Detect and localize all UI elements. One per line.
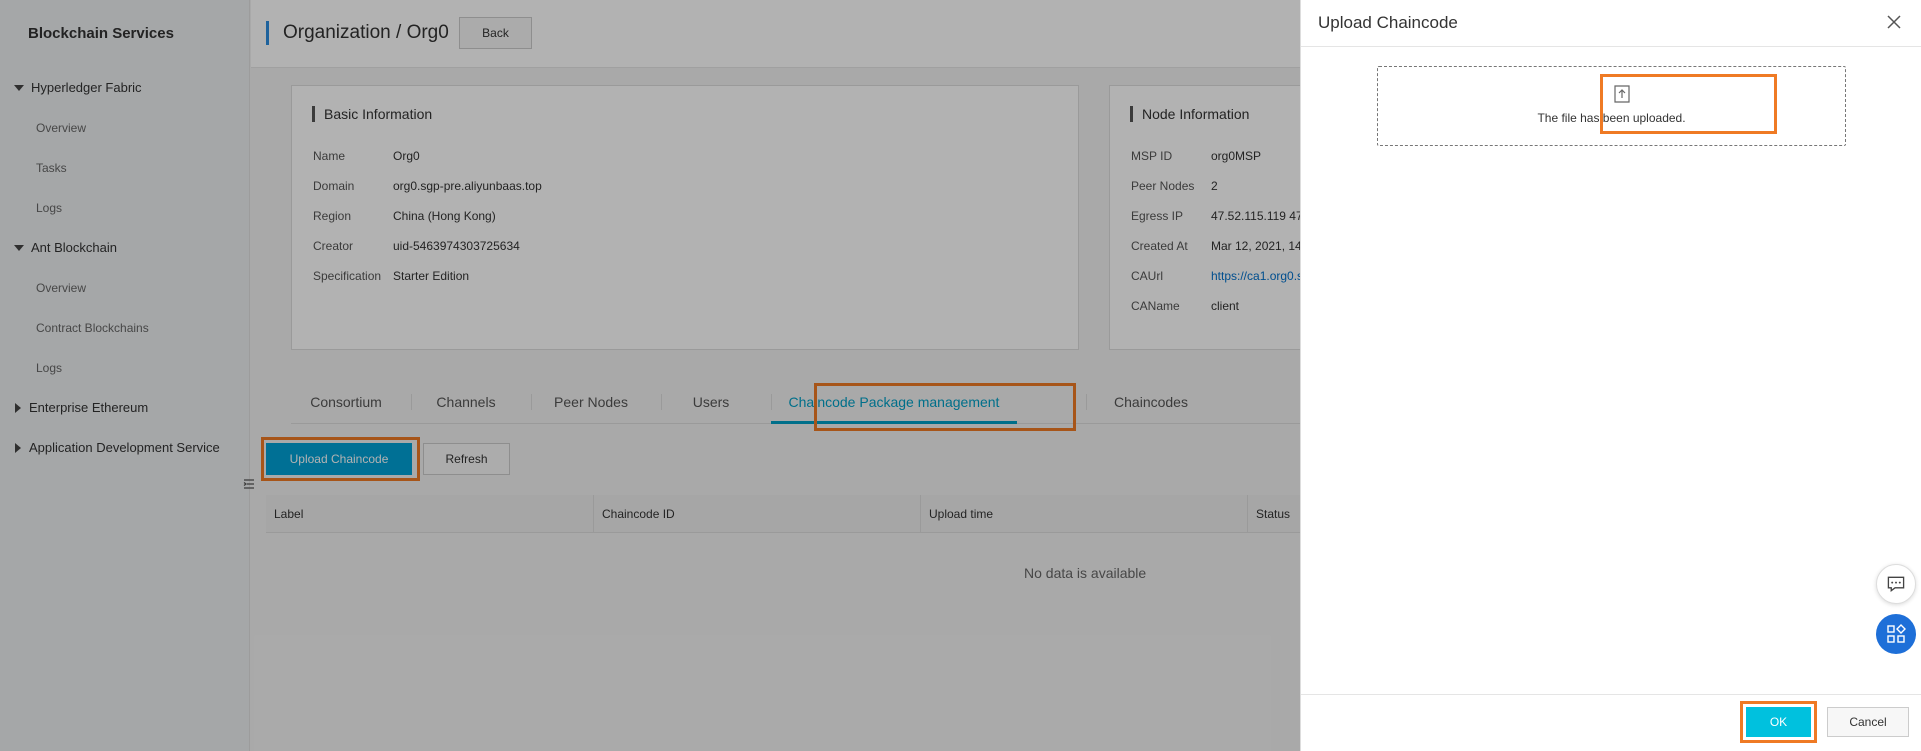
modal-overlay[interactable] (0, 0, 1300, 751)
drawer-title: Upload Chaincode (1318, 13, 1458, 32)
chat-icon (1887, 576, 1905, 592)
ok-button[interactable]: OK (1746, 707, 1811, 737)
apps-button[interactable] (1876, 614, 1916, 654)
divider (1301, 694, 1921, 695)
file-dropzone[interactable]: The file has been uploaded. (1377, 66, 1846, 146)
cancel-button[interactable]: Cancel (1827, 707, 1909, 737)
divider (1301, 46, 1921, 47)
highlight-box (1600, 74, 1777, 134)
close-icon[interactable] (1885, 13, 1903, 31)
feedback-button[interactable] (1876, 564, 1916, 604)
apps-icon (1887, 624, 1906, 643)
upload-chaincode-drawer: Upload Chaincode The file has been uploa… (1300, 0, 1921, 751)
